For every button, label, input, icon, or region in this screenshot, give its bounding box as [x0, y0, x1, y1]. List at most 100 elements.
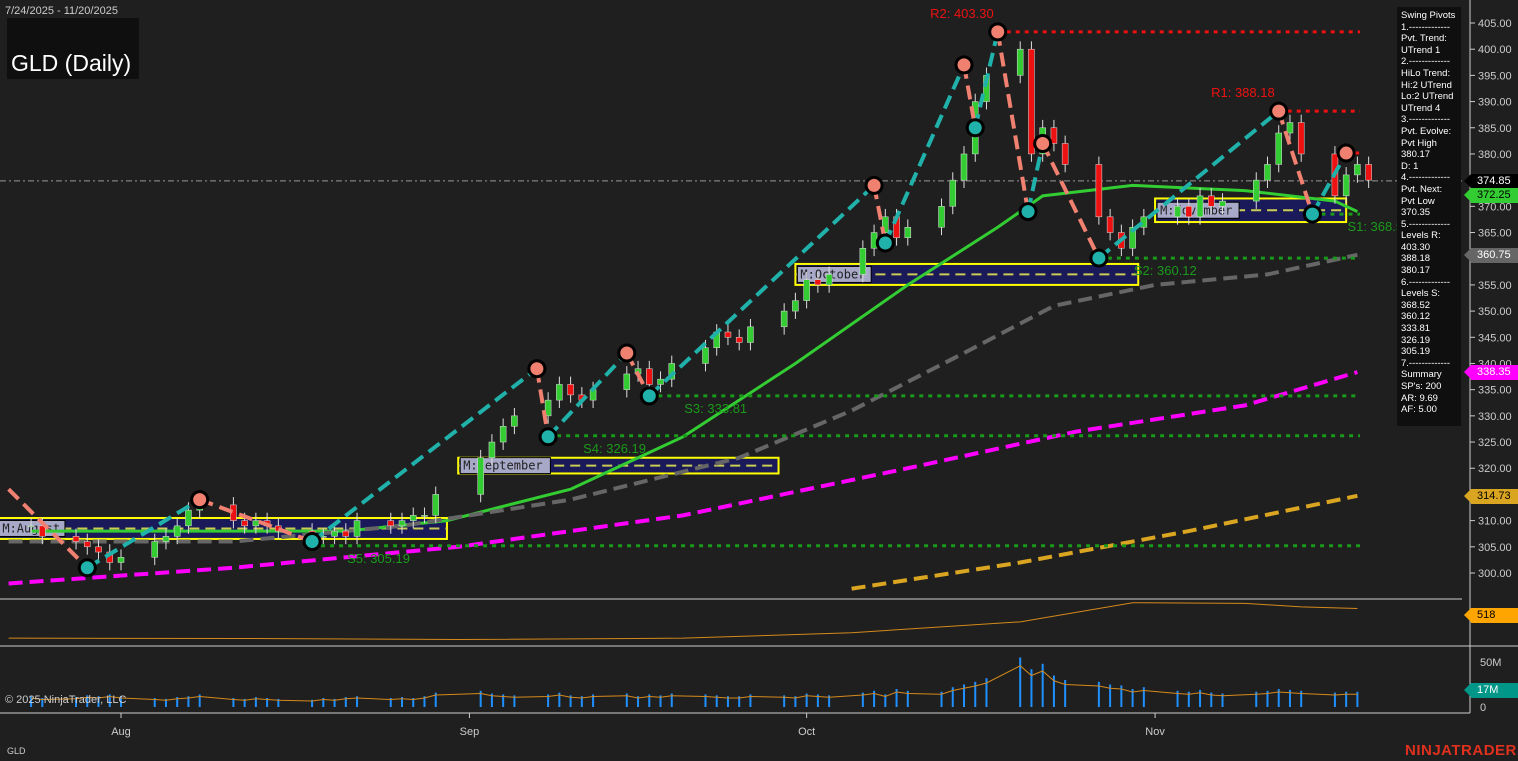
ma-long-line — [851, 493, 1358, 591]
info-line: 380.17 — [1401, 149, 1431, 161]
price-badge: 314.73 — [1464, 488, 1518, 504]
ma-slow-line — [8, 370, 1358, 586]
candle-body — [398, 520, 406, 527]
candle-body — [1196, 195, 1204, 218]
y-tick-label: 380.00 — [1478, 149, 1512, 161]
candle-body — [173, 525, 181, 537]
candle-body — [1208, 195, 1215, 207]
candle-body — [162, 536, 170, 542]
info-line: Pvt Low — [1401, 195, 1435, 207]
info-line: 4.------------- — [1401, 172, 1451, 184]
candle-body — [825, 274, 833, 286]
candle-body — [72, 536, 80, 542]
y-tick-label: 395.00 — [1478, 70, 1512, 82]
volume-bar — [1041, 663, 1044, 707]
info-line: 326.19 — [1401, 334, 1431, 346]
volume-bar — [1019, 657, 1022, 707]
ninjatrader-logo: NINJATRADER — [1405, 742, 1517, 759]
candle-body — [1354, 164, 1361, 176]
swing-high-marker — [988, 22, 1008, 42]
candle-body — [1095, 164, 1103, 218]
info-line: AR: 9.69 — [1401, 392, 1438, 404]
resistance-label: R2: 403.30 — [930, 6, 994, 21]
symbol-label: GLD — [7, 746, 26, 756]
candle-body — [814, 279, 822, 286]
upswing-line — [647, 183, 876, 398]
candle-body — [1016, 48, 1024, 76]
price-chart[interactable]: 300.00305.00310.00315.00320.00325.00330.… — [0, 0, 1518, 761]
info-line: Pvt High — [1401, 137, 1437, 149]
swing-low-marker — [1302, 204, 1322, 224]
y-tick-label: 310.00 — [1478, 516, 1512, 528]
info-line: SP's: 200 — [1401, 381, 1442, 392]
candle-body — [657, 378, 664, 385]
volume-tick-label: 0 — [1480, 702, 1486, 714]
volume-badge: 17M — [1464, 683, 1518, 698]
info-line: Swing Pivots — [1401, 10, 1456, 21]
y-tick-label: 345.00 — [1478, 332, 1512, 344]
candle-body — [1185, 206, 1193, 218]
info-line: 3.------------- — [1401, 114, 1451, 126]
candle-body — [488, 441, 496, 459]
candle-body — [556, 384, 563, 401]
info-line: Pvt. Next: — [1401, 183, 1443, 195]
info-line: Summary — [1401, 369, 1442, 381]
info-line: 2.------------- — [1401, 56, 1451, 68]
candle-body — [724, 331, 732, 338]
candle-body — [252, 520, 260, 527]
swing-low-marker — [1089, 248, 1109, 268]
info-line: 6.------------- — [1401, 276, 1451, 288]
candle-body — [387, 520, 395, 527]
candle-body — [1252, 179, 1260, 202]
candle-body — [780, 310, 788, 328]
resistance-label: R1: 388.18 — [1211, 85, 1275, 100]
info-line: Levels S: — [1401, 288, 1441, 300]
candle-body — [1297, 122, 1305, 155]
info-line: 7.------------- — [1401, 357, 1451, 369]
y-tick-label: 325.00 — [1478, 437, 1512, 449]
y-tick-label: 350.00 — [1478, 306, 1512, 318]
info-line: 360.12 — [1401, 311, 1431, 323]
info-line: 368.52 — [1401, 299, 1431, 311]
swing-low-marker — [639, 386, 659, 406]
candle-body — [432, 494, 439, 516]
swing-high-marker — [864, 175, 884, 195]
candle-body — [859, 247, 867, 275]
x-tick-label: Nov — [1145, 726, 1165, 738]
volume-average-line — [31, 665, 1358, 702]
info-line: D: 1 — [1401, 160, 1419, 172]
candle-body — [185, 509, 192, 527]
y-tick-label: 300.00 — [1478, 568, 1512, 580]
date-range: 7/24/2025 - 11/20/2025 — [5, 5, 118, 17]
candle-body — [735, 337, 743, 343]
downswing-line — [1040, 142, 1101, 259]
info-line: 5.------------- — [1401, 218, 1451, 230]
y-tick-label: 400.00 — [1478, 44, 1512, 56]
candle-body — [1061, 143, 1069, 165]
candle-body — [342, 530, 350, 537]
indicator-line — [8, 602, 1358, 641]
candle-body — [960, 153, 968, 181]
support-label: S2: 360.12 — [1134, 263, 1197, 278]
y-tick-label: 335.00 — [1478, 385, 1512, 397]
info-line: 333.81 — [1401, 323, 1431, 335]
candle-body — [409, 515, 417, 521]
info-line: Levels R: — [1401, 230, 1441, 242]
swing-high-marker — [1336, 143, 1356, 163]
upswing-line — [973, 31, 1000, 129]
candle-body — [95, 546, 102, 553]
info-line: 305.19 — [1401, 346, 1431, 358]
info-line: HiLo Trend: — [1401, 67, 1451, 79]
x-tick-label: Aug — [111, 726, 131, 738]
swing-high-marker — [190, 490, 210, 510]
candle-body — [702, 347, 709, 364]
upswing-line — [883, 64, 966, 244]
volume-tick-label: 50M — [1480, 657, 1501, 669]
swing-low-marker — [1018, 202, 1038, 222]
candle-body — [27, 525, 35, 528]
ma-mid-line — [8, 252, 1358, 544]
info-line: 388.18 — [1401, 253, 1431, 265]
upswing-line — [1097, 109, 1280, 260]
y-tick-label: 305.00 — [1478, 542, 1512, 554]
info-line: Lo:2 UTrend — [1401, 91, 1454, 103]
